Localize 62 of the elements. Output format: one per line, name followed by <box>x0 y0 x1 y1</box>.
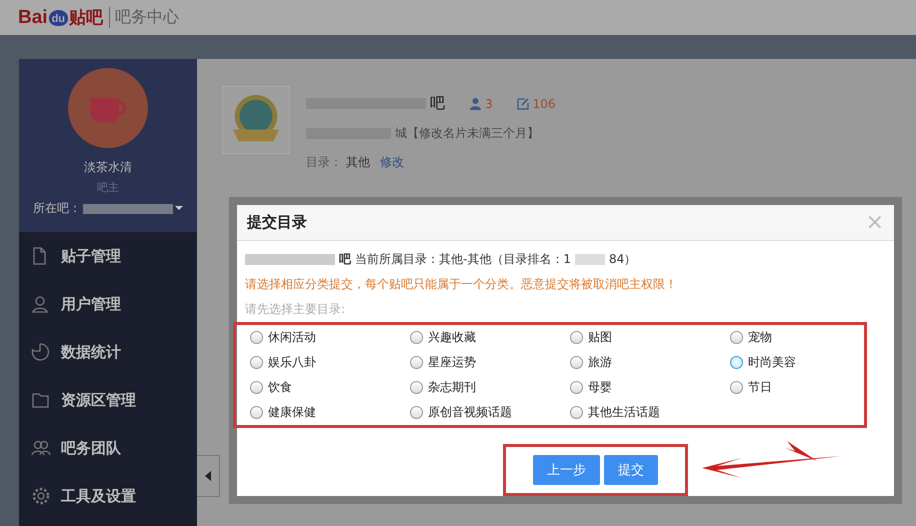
user-role: 吧主 <box>97 180 119 195</box>
category-option[interactable]: 其他生活话题 <box>570 404 730 421</box>
settings-icon <box>31 486 51 506</box>
category-option[interactable]: 母婴 <box>570 379 730 396</box>
forum-name: 吧 <box>339 251 351 268</box>
category-option[interactable]: 原创音视频话题 <box>410 404 570 421</box>
post-count: 106 <box>532 96 556 110</box>
radio-button[interactable] <box>250 406 263 419</box>
category-option[interactable]: 兴趣收藏 <box>410 329 570 346</box>
category-option[interactable]: 旅游 <box>570 354 730 371</box>
user-icon <box>469 97 482 110</box>
forum-name: 吧 <box>430 94 445 113</box>
category-option[interactable]: 娱乐八卦 <box>250 354 410 371</box>
baidu-tieba-logo[interactable]: Bai du 贴吧 <box>18 6 104 29</box>
radio-button[interactable] <box>250 331 263 344</box>
radio-button[interactable] <box>730 356 743 369</box>
category-option[interactable]: 贴图 <box>570 329 730 346</box>
current-catalog-text: 当前所属目录：其他-其他（目录排名：1 <box>355 251 571 268</box>
sidebar-item[interactable]: 数据统计 <box>19 328 197 376</box>
category-option[interactable]: 杂志期刊 <box>410 379 570 396</box>
sidebar-item[interactable]: 贴子管理 <box>19 232 197 280</box>
radio-button[interactable] <box>730 381 743 394</box>
username: 淡茶水清 <box>84 159 132 176</box>
radio-button[interactable] <box>570 381 583 394</box>
radio-button[interactable] <box>570 406 583 419</box>
category-option[interactable]: 宠物 <box>730 329 890 346</box>
sidebar-item[interactable]: 资源区管理 <box>19 376 197 424</box>
forum-label: 所在吧： <box>33 200 81 217</box>
radio-button[interactable] <box>570 331 583 344</box>
catalog-rank-end: 84） <box>608 251 636 268</box>
radio-button[interactable] <box>410 331 423 344</box>
radio-button[interactable] <box>410 381 423 394</box>
dialog-title: 提交目录 <box>247 213 307 232</box>
prompt-text: 请先选择主要目录: <box>245 301 346 318</box>
category-option[interactable]: 时尚美容 <box>730 354 890 371</box>
sidebar-item[interactable]: 吧务团队 <box>19 424 197 472</box>
catalog-value: 其他 <box>346 154 370 171</box>
caret-icon <box>205 471 211 481</box>
edit-icon <box>516 97 530 110</box>
radio-button[interactable] <box>250 381 263 394</box>
forum-logo <box>222 86 290 154</box>
category-option[interactable]: 节日 <box>730 379 890 396</box>
category-option[interactable]: 休闲活动 <box>250 329 410 346</box>
category-option[interactable]: 健康保健 <box>250 404 410 421</box>
radio-button[interactable] <box>410 356 423 369</box>
group-icon <box>31 438 51 458</box>
forum-card-text: 城【修改名片未满三个月】 <box>395 125 539 142</box>
member-count: 3 <box>485 96 493 110</box>
radio-button[interactable] <box>250 356 263 369</box>
category-option[interactable]: 星座运势 <box>410 354 570 371</box>
radio-button[interactable] <box>730 331 743 344</box>
category-option[interactable]: 饮食 <box>250 379 410 396</box>
pie-chart-icon <box>31 342 51 362</box>
sidebar-item[interactable]: 用户管理 <box>19 280 197 328</box>
page-title: 吧务中心 <box>109 7 180 28</box>
warning-text: 请选择相应分类提交，每个贴吧只能属于一个分类。恶意提交将被取消吧主权限！ <box>245 276 678 293</box>
radio-button[interactable] <box>570 356 583 369</box>
radio-button[interactable] <box>410 406 423 419</box>
catalog-label: 目录： <box>306 154 342 171</box>
blurred-text <box>574 254 605 265</box>
sidebar-item[interactable]: 工具及设置 <box>19 472 197 520</box>
collapse-sidebar-button[interactable] <box>197 455 220 497</box>
